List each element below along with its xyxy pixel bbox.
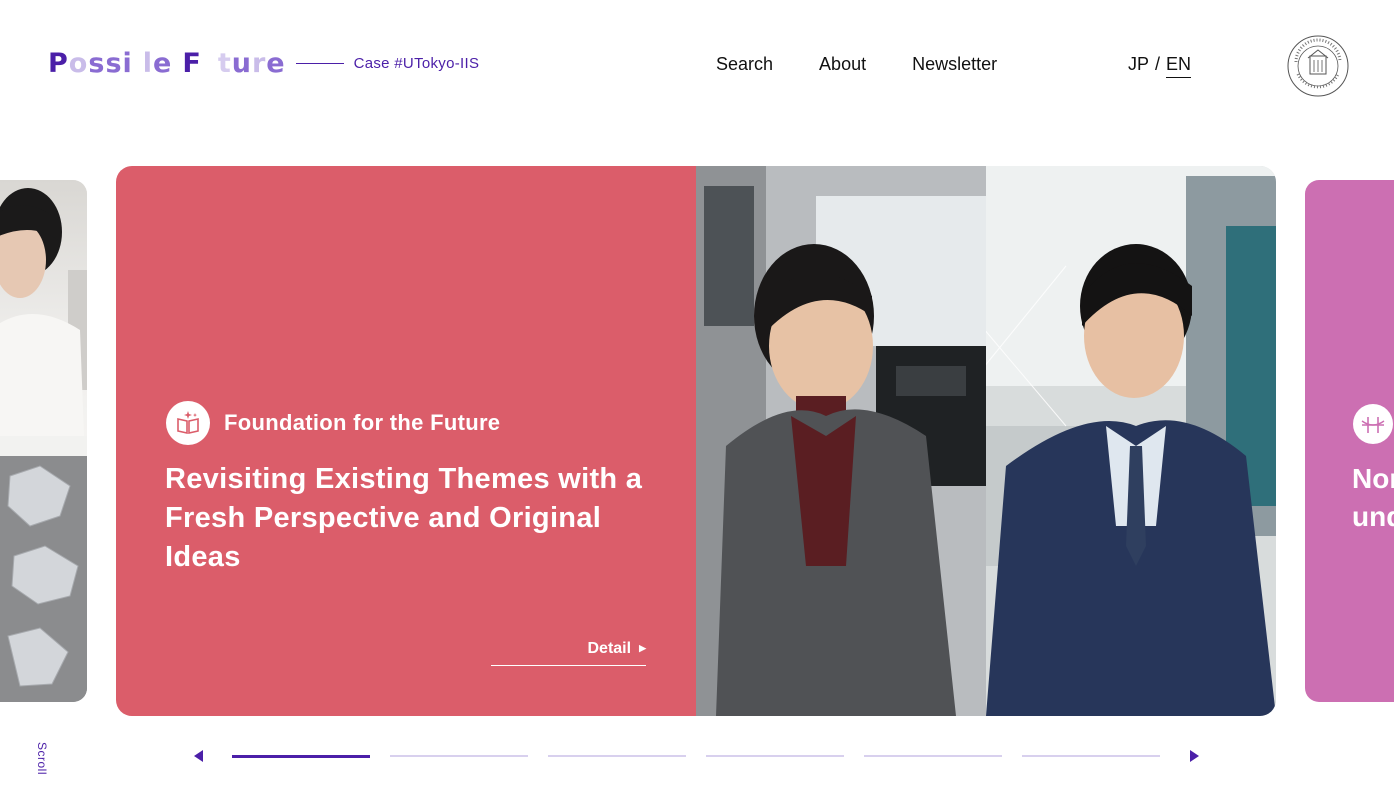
- play-triangle-icon: ▶: [639, 643, 646, 654]
- scroll-indicator: Scroll: [35, 742, 49, 776]
- nav-about-link[interactable]: About: [819, 54, 866, 75]
- book-sparkle-icon: [166, 401, 210, 445]
- detail-link[interactable]: Detail ▶: [491, 640, 646, 666]
- pager-dots: [232, 754, 1160, 758]
- logo-letter: o: [68, 48, 89, 79]
- logo-letter: e: [153, 48, 173, 79]
- bridge-icon: [1353, 404, 1393, 444]
- logo-letter: u: [231, 48, 252, 79]
- slide-category: Foundation for the Future: [166, 401, 500, 445]
- logo-gap: [202, 48, 218, 79]
- pager-dot[interactable]: [390, 755, 528, 757]
- logo-gap: [133, 48, 143, 79]
- logo-letter: t: [217, 48, 232, 79]
- prev-slide-divider: [0, 436, 87, 456]
- nav-newsletter-link[interactable]: Newsletter: [912, 54, 997, 75]
- logo-letter: e: [266, 48, 286, 79]
- pager-dot[interactable]: [706, 755, 844, 757]
- prev-slide-card[interactable]: [0, 180, 87, 702]
- category-label: Foundation for the Future: [224, 410, 501, 435]
- next-arrow-icon[interactable]: [1190, 750, 1199, 762]
- slide-title[interactable]: Revisiting Existing Themes with a Fresh …: [165, 460, 665, 577]
- university-seal-icon[interactable]: [1286, 34, 1350, 98]
- pager-dot[interactable]: [232, 754, 370, 758]
- lang-jp-link[interactable]: JP: [1128, 54, 1149, 78]
- logo-letter: l: [142, 48, 154, 79]
- language-switcher: JP / EN: [1128, 54, 1192, 78]
- slider-pager: [194, 750, 1199, 762]
- slide-text-panel: Foundation for the Future Revisiting Exi…: [116, 166, 696, 716]
- current-slide-card[interactable]: Foundation for the Future Revisiting Exi…: [116, 166, 1276, 716]
- logo-letter: P: [48, 48, 69, 79]
- logo-divider-line: [295, 63, 344, 64]
- nav-search-link[interactable]: Search: [716, 54, 773, 75]
- logo-letter: i: [122, 48, 133, 79]
- prev-slide-photo-top: [0, 180, 87, 436]
- detail-label: Detail: [587, 640, 632, 657]
- slide-photo-right-person: [986, 166, 1276, 716]
- slide-photo-left-person: [696, 166, 986, 716]
- next-slide-title-line: und: [1352, 501, 1394, 532]
- next-slide-card[interactable]: Nor und: [1305, 180, 1394, 702]
- logo-wordmark: P o s s i l e F t u r e: [48, 48, 286, 79]
- pager-dot[interactable]: [1022, 755, 1160, 757]
- pager-dot[interactable]: [864, 755, 1002, 757]
- site-logo[interactable]: P o s s i l e F t u r e Case #UTokyo-IIS: [48, 48, 479, 79]
- logo-letter: s: [88, 48, 106, 79]
- logo-gap: [172, 48, 182, 79]
- logo-letter: s: [105, 48, 123, 79]
- prev-slide-photo-bottom: [0, 456, 87, 702]
- prev-arrow-icon[interactable]: [194, 750, 203, 762]
- logo-letter: r: [251, 48, 267, 79]
- logo-letter: F: [182, 48, 202, 79]
- next-slide-title: Nor und: [1352, 460, 1394, 536]
- lang-en-link[interactable]: EN: [1166, 54, 1192, 78]
- pager-dot[interactable]: [548, 755, 686, 757]
- next-slide-title-line: Nor: [1352, 463, 1394, 494]
- case-label: Case #UTokyo-IIS: [353, 55, 480, 72]
- lang-separator: /: [1155, 54, 1161, 74]
- main-nav: Search About Newsletter: [716, 54, 997, 75]
